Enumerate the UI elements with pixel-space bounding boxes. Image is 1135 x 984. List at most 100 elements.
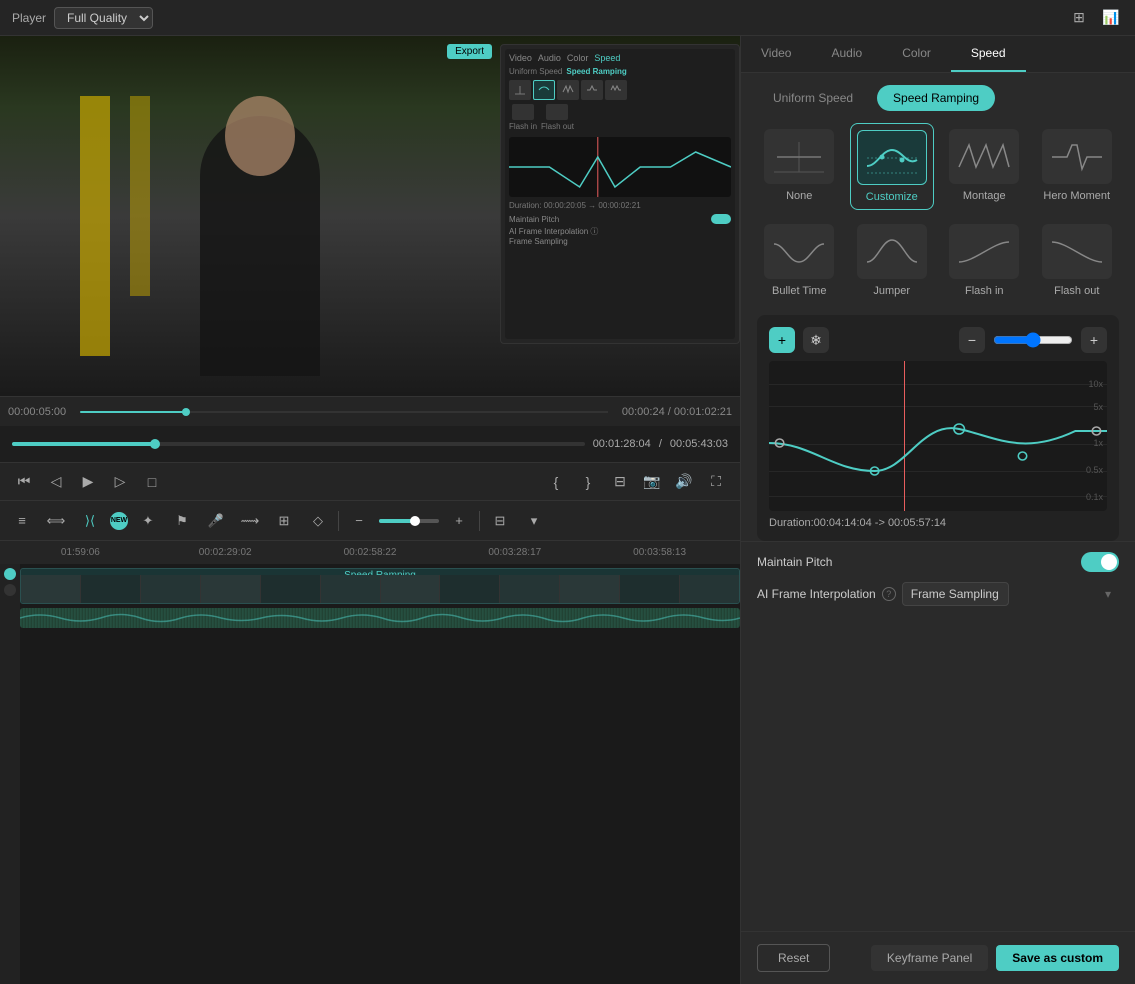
ai-frame-row: AI Frame Interpolation ? Frame Sampling … bbox=[741, 582, 1135, 614]
audio-btn[interactable]: 🎤 bbox=[202, 507, 230, 535]
edit-controls: { } ⊟ 📷 🔊 ⛶ bbox=[544, 470, 728, 494]
preset-flash-out-label: Flash out bbox=[1054, 285, 1099, 297]
preset-jumper[interactable]: Jumper bbox=[850, 218, 935, 303]
keyframe-panel-button[interactable]: Keyframe Panel bbox=[871, 945, 988, 971]
track-indicator bbox=[4, 568, 16, 580]
skip-back-btn[interactable]: ⏮ bbox=[12, 470, 36, 494]
time-marker-start: 00:00:05:00 bbox=[8, 406, 66, 418]
preset-bullet-time-label: Bullet Time bbox=[772, 285, 826, 297]
multicam-btn[interactable]: ⊞ bbox=[270, 507, 298, 535]
video-preview: VideoAudioColorSpeed Uniform SpeedSpeed … bbox=[0, 36, 740, 396]
stop-btn[interactable]: □ bbox=[140, 470, 164, 494]
zoom-range[interactable] bbox=[993, 332, 1073, 348]
frame-select[interactable]: Frame Sampling Frame Blending Optical Fl… bbox=[902, 582, 1009, 606]
time-separator: / bbox=[659, 438, 662, 450]
timeline-ruler: 01:59:06 00:02:29:02 00:02:58:22 00:03:2… bbox=[0, 540, 740, 564]
preset-bullet-time[interactable]: Bullet Time bbox=[757, 218, 842, 303]
ruler-mark-5: 00:03:58:13 bbox=[587, 547, 732, 558]
media-btn[interactable]: ≡ bbox=[8, 507, 36, 535]
preset-flash-in[interactable]: Flash in bbox=[942, 218, 1027, 303]
right-panel: Video Audio Color Speed Uniform Speed Sp… bbox=[740, 36, 1135, 984]
progress-bar[interactable] bbox=[12, 442, 585, 446]
main-layout: VideoAudioColorSpeed Uniform Speed Speed … bbox=[0, 36, 1135, 984]
minus-btn[interactable]: − bbox=[345, 507, 373, 535]
new-badge: NEW bbox=[110, 512, 128, 530]
curve-canvas: 10x 5x 1x 0.5x 0.1x bbox=[769, 361, 1107, 511]
zoom-slider[interactable] bbox=[379, 519, 439, 523]
ripple-btn[interactable]: ⟺ bbox=[42, 507, 70, 535]
marker-btn[interactable]: ⚑ bbox=[168, 507, 196, 535]
uniform-speed-tab[interactable]: Uniform Speed bbox=[757, 85, 869, 111]
preset-jumper-label: Jumper bbox=[873, 285, 910, 297]
tab-color[interactable]: Color bbox=[882, 36, 951, 72]
ruler-mark-4: 00:03:28:17 bbox=[442, 547, 587, 558]
curve-duration: Duration:00:04:14:04 -> 00:05:57:14 bbox=[769, 517, 1107, 529]
grid-view-btn[interactable]: ⊞ bbox=[1067, 6, 1091, 30]
speed-ramping-tab[interactable]: Speed Ramping bbox=[877, 85, 995, 111]
add-keyframe-btn[interactable]: + bbox=[769, 327, 795, 353]
ruler-mark-1: 01:59:06 bbox=[8, 547, 153, 558]
play-btn[interactable]: ▶ bbox=[76, 470, 100, 494]
speaker-btn[interactable]: 🔊 bbox=[672, 470, 696, 494]
ai-frame-label: AI Frame Interpolation bbox=[757, 587, 876, 601]
timeline-controls-top: 00:00:05:00 00:00:24 / 00:01:02:21 bbox=[0, 396, 740, 426]
preset-flash-in-label: Flash in bbox=[965, 285, 1004, 297]
fullscreen-btn[interactable]: ⛶ bbox=[704, 470, 728, 494]
preset-customize[interactable]: Customize bbox=[850, 123, 935, 210]
bracket-out-btn[interactable]: } bbox=[576, 470, 600, 494]
player-label: Player bbox=[12, 11, 46, 25]
save-as-custom-button[interactable]: Save as custom bbox=[996, 945, 1119, 971]
timeline-tracks: Speed Ramping bbox=[0, 564, 740, 984]
export-btn[interactable]: Export bbox=[447, 44, 492, 59]
play-forward-btn[interactable]: ▷ bbox=[108, 470, 132, 494]
layout-btn[interactable]: ⊟ bbox=[486, 507, 514, 535]
zoom-in-btn[interactable]: + bbox=[1081, 327, 1107, 353]
keyframe-btn[interactable]: ◇ bbox=[304, 507, 332, 535]
curve-editor-toolbar: + ❄ − + bbox=[769, 327, 1107, 353]
curve-svg bbox=[769, 361, 1107, 511]
speed-tabs: Uniform Speed Speed Ramping bbox=[741, 73, 1135, 111]
tab-audio[interactable]: Audio bbox=[811, 36, 882, 72]
quality-select[interactable]: Full Quality bbox=[54, 7, 153, 29]
preset-flash-out[interactable]: Flash out bbox=[1035, 218, 1120, 303]
ruler-mark-2: 00:02:29:02 bbox=[153, 547, 298, 558]
trim-btn[interactable]: ⟩⟨ bbox=[76, 507, 104, 535]
maintain-pitch-toggle[interactable] bbox=[1081, 552, 1119, 572]
preset-customize-label: Customize bbox=[866, 191, 918, 203]
maintain-pitch-row: Maintain Pitch bbox=[741, 541, 1135, 582]
maintain-pitch-label: Maintain Pitch bbox=[757, 555, 832, 569]
top-bar-left: Player Full Quality bbox=[12, 7, 153, 29]
effect-btn[interactable]: ✦ bbox=[134, 507, 162, 535]
transition-btn[interactable]: ⟿ bbox=[236, 507, 264, 535]
tab-video[interactable]: Video bbox=[741, 36, 811, 72]
plus-btn[interactable]: + bbox=[445, 507, 473, 535]
spacer bbox=[741, 614, 1135, 931]
preset-none[interactable]: None bbox=[757, 123, 842, 210]
toolbar-divider bbox=[338, 511, 339, 531]
preset-hero-moment[interactable]: Hero Moment bbox=[1035, 123, 1120, 210]
preset-none-label: None bbox=[786, 190, 812, 202]
preset-montage[interactable]: Montage bbox=[942, 123, 1027, 210]
insert-btn[interactable]: ⊟ bbox=[608, 470, 632, 494]
snowflake-btn[interactable]: ❄ bbox=[803, 327, 829, 353]
right-buttons: Keyframe Panel Save as custom bbox=[871, 945, 1119, 971]
help-icon[interactable]: ? bbox=[882, 587, 896, 601]
reset-button[interactable]: Reset bbox=[757, 944, 830, 972]
preset-hero-moment-label: Hero Moment bbox=[1043, 190, 1110, 202]
more-btn[interactable]: ▾ bbox=[520, 507, 548, 535]
camera-btn[interactable]: 📷 bbox=[640, 470, 664, 494]
curve-toolbar-left: + ❄ bbox=[769, 327, 829, 353]
mini-preview-panel: VideoAudioColorSpeed Uniform SpeedSpeed … bbox=[500, 44, 740, 344]
speed-track-bar[interactable]: Speed Ramping bbox=[20, 568, 740, 604]
chart-btn[interactable]: 📊 bbox=[1099, 6, 1123, 30]
select-arrow-icon: ▾ bbox=[1105, 587, 1111, 601]
zoom-out-btn[interactable]: − bbox=[959, 327, 985, 353]
time-marker-end: 00:00:24 / 00:01:02:21 bbox=[622, 406, 732, 418]
curve-toolbar-right: − + bbox=[959, 327, 1107, 353]
bracket-in-btn[interactable]: { bbox=[544, 470, 568, 494]
ruler-mark-3: 00:02:58:22 bbox=[298, 547, 443, 558]
bottom-buttons: Reset Keyframe Panel Save as custom bbox=[741, 931, 1135, 984]
play-back-btn[interactable]: ◁ bbox=[44, 470, 68, 494]
tab-speed[interactable]: Speed bbox=[951, 36, 1026, 72]
left-panel: VideoAudioColorSpeed Uniform SpeedSpeed … bbox=[0, 36, 740, 984]
